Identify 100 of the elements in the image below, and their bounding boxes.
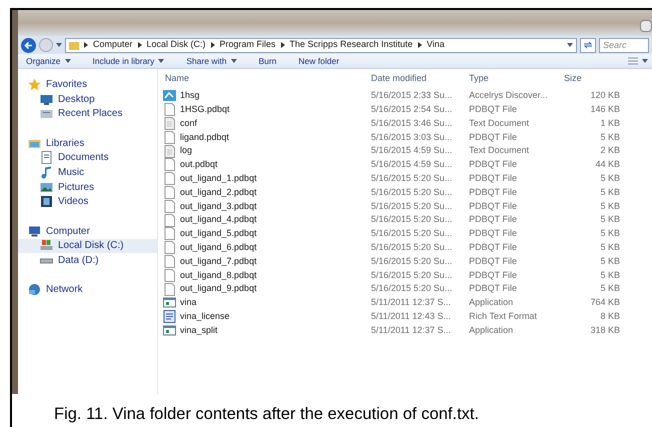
file-row[interactable]: log 5/16/2015 4:59 Su... Text Document 2 KB [161, 144, 640, 158]
toolbar-button[interactable]: Share with [186, 54, 237, 68]
sidebar-item[interactable]: Libraries [18, 136, 157, 150]
chevron-icon [138, 42, 142, 48]
caret-icon [567, 43, 573, 47]
type-cell-text: PDBQT File [469, 282, 518, 296]
sidebar-item[interactable]: Recent Places [18, 106, 157, 122]
document-icon [163, 310, 176, 324]
file-row[interactable]: vina_license 5/11/2011 12:43 S... Rich Text Format 8 KB [161, 310, 640, 324]
size-cell-text: 5 KB [599, 213, 620, 226]
column-header[interactable]: Date modified [371, 72, 469, 86]
sidebar-item[interactable]: Documents [18, 150, 157, 166]
toolbar-button[interactable]: Include in library [92, 54, 164, 68]
breadcrumb[interactable]: Local Disk (C:) [146, 38, 206, 52]
file-row[interactable]: out_ligand_5.pdbqt 5/16/2015 5:20 Su... PDBQT File 5 KB [161, 226, 640, 241]
size-cell-text: 318 KB [589, 324, 620, 337]
file-row[interactable]: ligand.pdbqt 5/16/2015 3:03 Su... PDBQT File 5 KB [161, 130, 640, 144]
size-cell-text: 5 KB [599, 282, 620, 296]
document-icon [40, 151, 53, 164]
molecule-icon [163, 89, 176, 102]
file-icon [163, 268, 176, 282]
file-name: 1HSG.pdbqt [180, 102, 230, 116]
sidebar-item[interactable]: Videos [18, 194, 157, 210]
sidebar-item[interactable]: Music [18, 165, 157, 180]
file-name: out.pdbqt [180, 158, 218, 172]
type-cell-text: PDBQT File [469, 227, 518, 240]
type-cell-text: PDBQT File [469, 200, 518, 213]
breadcrumb[interactable]: Vina [426, 38, 444, 52]
breadcrumb[interactable]: The Scripps Research Institute [290, 38, 413, 52]
file-row[interactable]: out.pdbqt 5/16/2015 4:59 Su... PDBQT File 44 KB [161, 158, 640, 172]
file-row[interactable]: conf 5/16/2015 3:46 Su... Text Document 1 KB [161, 116, 640, 130]
sidebar-item[interactable]: Pictures [18, 180, 157, 194]
window-button[interactable] [640, 20, 652, 32]
file-row[interactable]: 1hsg 5/16/2015 2:33 Su... Accelrys Discover... 120 KB [161, 89, 640, 103]
address-bar[interactable]: Computer Local Disk (C:) Program Files The Scripps Research Institute Vina [65, 38, 577, 52]
file-name: vina [180, 296, 197, 310]
file-icon [163, 172, 176, 186]
column-header[interactable]: Name [161, 72, 371, 86]
refresh-button[interactable] [580, 38, 596, 52]
column-header[interactable]: Type [469, 72, 564, 86]
type-cell-text: PDBQT File [469, 254, 518, 268]
date-cell-text: 5/16/2015 5:20 Su... [371, 240, 454, 254]
file-row[interactable]: vina 5/11/2011 12:37 S... Application 764 KB [161, 296, 640, 310]
type-cell-text: Text Document [469, 116, 530, 130]
type-cell-text: Rich Text Format [469, 310, 538, 323]
file-name: out_ligand_8.pdbqt [180, 268, 257, 282]
type-cell-text: Application [469, 324, 514, 337]
file-row[interactable]: out_ligand_8.pdbqt 5/16/2015 5:20 Su... PDBQT File 5 KB [161, 268, 640, 282]
toolbar-button[interactable]: New folder [298, 54, 340, 68]
sidebar-item[interactable]: Desktop [18, 92, 157, 106]
type-cell-text: PDBQT File [469, 213, 518, 226]
file-row[interactable]: out_ligand_3.pdbqt 5/16/2015 5:20 Su... PDBQT File 5 KB [161, 199, 640, 214]
size-cell-text: 764 KB [589, 296, 620, 310]
date-cell-text: 5/16/2015 5:20 Su... [371, 254, 454, 268]
file-row[interactable]: vina_split 5/11/2011 12:37 S... Application 318 KB [161, 324, 640, 338]
file-name: out_ligand_1.pdbqt [180, 172, 257, 185]
date-cell-text: 5/16/2015 2:54 Su... [371, 102, 454, 116]
toolbar-button[interactable]: Organize [26, 54, 70, 68]
sidebar-item[interactable]: Network [18, 282, 157, 298]
chevron-icon [210, 42, 215, 48]
breadcrumb[interactable]: Computer [93, 38, 133, 52]
column-header[interactable]: Size [564, 72, 604, 86]
folder-icon [69, 40, 79, 50]
type-cell-text: PDBQT File [469, 172, 518, 185]
file-row[interactable]: out_ligand_9.pdbqt 5/16/2015 5:20 Su... PDBQT File 5 KB [161, 282, 640, 296]
file-name: vina_license [180, 310, 230, 323]
file-icon [163, 227, 176, 240]
date-cell-text: 5/16/2015 5:20 Su... [371, 200, 454, 213]
toolbar-button[interactable]: Burn [258, 54, 277, 68]
view-icon [628, 57, 638, 65]
sidebar-item[interactable]: Favorites [18, 77, 157, 92]
file-icon [163, 200, 176, 213]
film-icon [40, 195, 53, 208]
date-cell-text: 5/11/2011 12:43 S... [371, 310, 452, 323]
sidebar-item[interactable]: Local Disk (C:) [18, 238, 157, 254]
application-icon [163, 296, 176, 310]
file-row[interactable]: 1HSG.pdbqt 5/16/2015 2:54 Su... PDBQT File 146 KB [161, 102, 640, 117]
file-name: out_ligand_6.pdbqt [180, 240, 257, 254]
size-cell-text: 5 KB [599, 200, 620, 213]
file-row[interactable]: out_ligand_1.pdbqt 5/16/2015 5:20 Su... PDBQT File 5 KB [161, 172, 640, 186]
size-cell-text: 44 KB [594, 158, 620, 172]
back-button[interactable] [21, 38, 36, 52]
file-name: out_ligand_5.pdbqt [180, 227, 257, 240]
breadcrumb[interactable]: Program Files [220, 38, 276, 52]
type-cell-text: PDBQT File [469, 186, 518, 199]
file-row[interactable]: out_ligand_4.pdbqt 5/16/2015 5:20 Su... PDBQT File 5 KB [161, 213, 640, 227]
text-file-icon [163, 116, 176, 130]
file-icon [163, 254, 176, 268]
star-icon [28, 78, 41, 91]
file-row[interactable]: out_ligand_2.pdbqt 5/16/2015 5:20 Su... PDBQT File 5 KB [161, 186, 640, 200]
type-cell-text: PDBQT File [469, 158, 518, 172]
file-name: out_ligand_3.pdbqt [180, 200, 257, 213]
size-cell-text: 5 KB [599, 172, 620, 185]
file-icon [163, 186, 176, 199]
sidebar-item[interactable]: Data (D:) [18, 253, 157, 268]
chevron-icon [84, 42, 88, 48]
file-row[interactable]: out_ligand_6.pdbqt 5/16/2015 5:20 Su... PDBQT File 5 KB [161, 240, 640, 255]
file-row[interactable]: out_ligand_7.pdbqt 5/16/2015 5:20 Su... PDBQT File 5 KB [161, 254, 640, 268]
sidebar-item[interactable]: Computer [18, 224, 157, 239]
search-field[interactable]: Searc [599, 38, 649, 52]
